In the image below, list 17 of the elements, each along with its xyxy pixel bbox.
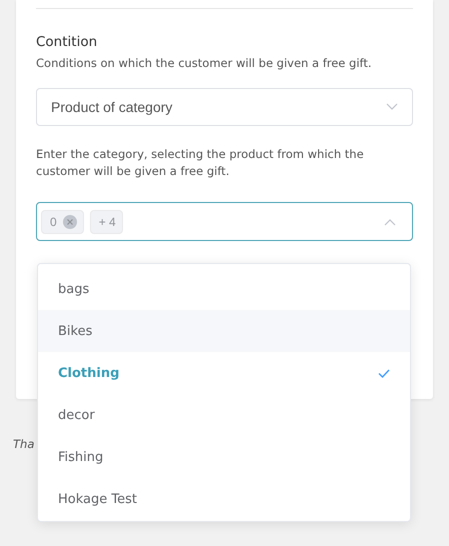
section-title: Contition xyxy=(36,34,98,50)
dropdown-option[interactable]: Fishing xyxy=(38,436,410,478)
section-description: Conditions on which the customer will be given a free gift. xyxy=(36,56,373,70)
footer-text: Tha xyxy=(13,437,34,451)
chevron-icon xyxy=(384,218,396,226)
close-icon[interactable] xyxy=(62,214,77,229)
dropdown-option[interactable]: bags xyxy=(38,268,410,310)
tag-label: 0 xyxy=(50,214,57,229)
dropdown-option[interactable]: Clothing xyxy=(38,352,410,394)
chevron-icon xyxy=(386,103,398,111)
dropdown-option[interactable]: decor xyxy=(38,394,410,436)
dropdown-option[interactable]: Hokage Test xyxy=(38,478,410,520)
dropdown-option[interactable]: Bikes xyxy=(38,310,410,352)
check-icon xyxy=(378,368,390,378)
condition-select[interactable]: Product of category xyxy=(36,88,413,126)
help-text: Enter the category, selecting the product from which the customer will be given a free gift. xyxy=(36,146,365,180)
tag-label: + 4 xyxy=(98,214,116,229)
